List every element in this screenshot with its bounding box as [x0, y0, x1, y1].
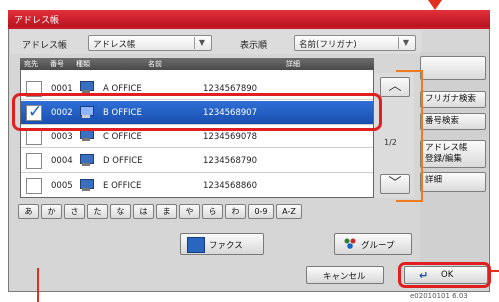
kana-key-ha[interactable]: は — [133, 204, 154, 219]
register-edit-line2: 登録/編集 — [425, 154, 462, 164]
row-detail: 1234568860 — [203, 181, 258, 191]
kana-key-wa[interactable]: わ — [225, 204, 246, 219]
kana-key-na[interactable]: な — [110, 204, 131, 219]
addressbook-select-value: アドレス帳 — [93, 40, 136, 50]
cancel-button[interactable]: キャンセル — [306, 266, 384, 284]
kana-key-ra[interactable]: ら — [202, 204, 223, 219]
callout-arrow — [428, 0, 442, 10]
number-search-button[interactable]: 番号検索 — [420, 113, 486, 130]
header-name: 名前 — [148, 60, 162, 68]
row-checkbox[interactable] — [26, 178, 42, 194]
kana-key-ka[interactable]: か — [41, 204, 62, 219]
row-name: C OFFICE — [103, 132, 142, 142]
row-number: 0003 — [51, 132, 73, 142]
row-name: D OFFICE — [103, 156, 143, 166]
row-number: 0005 — [51, 181, 73, 191]
detail-button[interactable]: 詳細 — [420, 172, 486, 192]
fax-label: ファクス — [209, 241, 243, 251]
scroll-bracket-highlight — [396, 70, 423, 202]
row-name: E OFFICE — [103, 181, 142, 191]
group-label: グループ — [361, 241, 395, 251]
sort-select[interactable]: 名前(フリガナ) ▼ — [294, 35, 416, 51]
addressbook-label: アドレス帳 — [22, 41, 68, 51]
page-indicator: 1/2 — [384, 138, 397, 147]
furigana-search-button[interactable]: フリガナ検索 — [420, 91, 486, 108]
sort-label: 表示順 — [240, 41, 268, 51]
kana-key-a[interactable]: あ — [18, 204, 39, 219]
row-detail: 1234568790 — [203, 156, 258, 166]
fax-filter-button[interactable]: ファクス — [180, 233, 264, 255]
header-type: 種類 — [76, 60, 90, 68]
table-row[interactable]: 0004 D OFFICE 1234568790 — [21, 149, 373, 173]
kana-key-sa[interactable]: さ — [64, 204, 85, 219]
row-number: 0004 — [51, 156, 73, 166]
sort-select-value: 名前(フリガナ) — [299, 40, 357, 50]
kana-key-ma[interactable]: ま — [156, 204, 177, 219]
table-row[interactable]: 0005 E OFFICE 1234568860 — [21, 174, 373, 197]
chevron-down-icon: ▼ — [194, 37, 209, 49]
dialog-title: アドレス帳 — [8, 10, 490, 27]
group-filter-button[interactable]: グループ — [334, 233, 412, 255]
cancel-label: キャンセル — [323, 272, 366, 282]
callout-line — [37, 268, 39, 302]
header-number: 番号 — [50, 60, 64, 68]
addressbook-select[interactable]: アドレス帳 ▼ — [88, 35, 212, 51]
kana-key-digits[interactable]: 0-9 — [248, 204, 274, 219]
kana-key-ya[interactable]: や — [179, 204, 200, 219]
row-checkbox[interactable] — [26, 129, 42, 145]
register-edit-line1: アドレス帳 — [425, 143, 468, 153]
blank-side-button[interactable] — [420, 56, 486, 80]
computer-icon — [79, 154, 94, 167]
list-header: 宛先 番号 種類 名前 詳細 — [20, 58, 374, 70]
group-icon — [343, 237, 357, 251]
chevron-down-icon: ▼ — [398, 37, 413, 49]
register-edit-button[interactable]: アドレス帳 登録/編集 — [420, 140, 486, 168]
ok-highlight — [398, 262, 491, 288]
kana-key-ta[interactable]: た — [87, 204, 108, 219]
selected-row-highlight — [12, 93, 382, 131]
title-underline — [8, 27, 490, 29]
figure-code: e02010101 6.03 — [410, 292, 468, 300]
row-detail: 1234569078 — [203, 132, 258, 142]
header-dest: 宛先 — [24, 60, 38, 68]
row-checkbox[interactable] — [26, 153, 42, 169]
kana-key-alpha[interactable]: A-Z — [276, 204, 302, 219]
header-detail: 詳細 — [286, 60, 300, 68]
computer-icon — [79, 179, 94, 192]
fax-icon — [187, 237, 205, 253]
callout-line — [490, 270, 499, 272]
